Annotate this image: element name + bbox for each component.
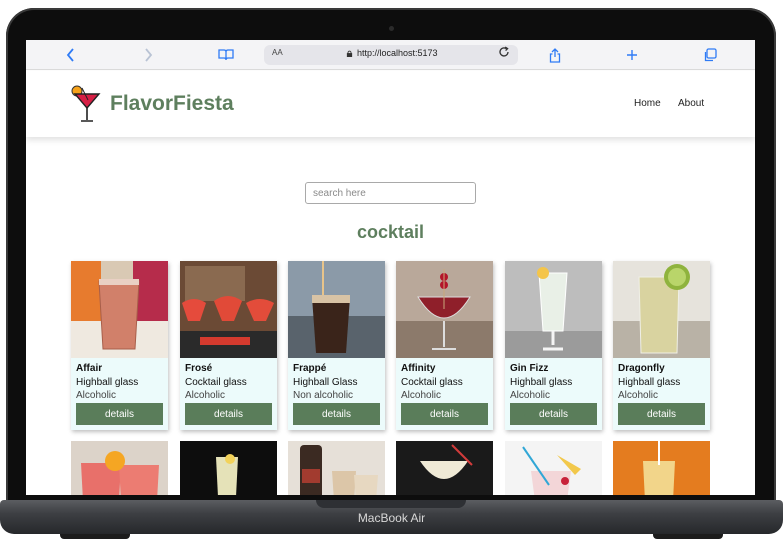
section-heading: cocktail bbox=[356, 222, 425, 242]
cocktail-logo-icon[interactable] bbox=[70, 84, 104, 124]
laptop-foot-right bbox=[653, 534, 723, 539]
cocktail-card: Dragonfly Highball glass Alcoholic detai… bbox=[613, 261, 710, 430]
cocktail-glass: Highball Glass bbox=[293, 377, 358, 388]
cocktail-name: Gin Fizz bbox=[510, 363, 549, 374]
forward-icon[interactable] bbox=[137, 46, 159, 64]
details-button[interactable]: details bbox=[293, 403, 380, 425]
cocktail-type: Alcoholic bbox=[618, 390, 659, 401]
cocktail-name: Dragonfly bbox=[618, 363, 665, 374]
cocktail-image-frose bbox=[180, 261, 277, 358]
cocktail-type: Alcoholic bbox=[185, 390, 226, 401]
cocktail-name: Affair bbox=[76, 363, 103, 374]
cocktail-image-affinity bbox=[396, 261, 493, 358]
cocktail-card-partial bbox=[288, 441, 385, 495]
brand-name[interactable]: FlavorFiesta bbox=[110, 92, 234, 116]
cocktail-type: Alcoholic bbox=[510, 390, 551, 401]
details-button[interactable]: details bbox=[76, 403, 163, 425]
details-button[interactable]: details bbox=[510, 403, 597, 425]
cocktail-name: Frosé bbox=[185, 363, 213, 374]
cocktail-card: Frosé Cocktail glass Alcoholic details bbox=[180, 261, 277, 430]
cocktail-card: Frappé Highball Glass Non alcoholic deta… bbox=[288, 261, 385, 430]
cocktail-image-gin-fizz bbox=[505, 261, 602, 358]
reader-book-icon[interactable] bbox=[215, 46, 237, 64]
cocktail-card: Gin Fizz Highball glass Alcoholic detail… bbox=[505, 261, 602, 430]
details-button[interactable]: details bbox=[401, 403, 488, 425]
cocktail-card: Affinity Cocktail glass Alcoholic detail… bbox=[396, 261, 493, 430]
laptop-model-label: MacBook Air bbox=[357, 511, 426, 525]
back-icon[interactable] bbox=[60, 46, 82, 64]
tabs-overview-icon[interactable] bbox=[699, 46, 721, 64]
nav-home-link[interactable]: Home bbox=[634, 98, 661, 109]
details-button[interactable]: details bbox=[618, 403, 705, 425]
cocktail-card: Affair Highball glass Alcoholic details bbox=[71, 261, 168, 430]
new-tab-plus-icon[interactable] bbox=[621, 46, 643, 64]
cocktail-image-affair bbox=[71, 261, 168, 358]
cocktail-image-dragonfly bbox=[613, 261, 710, 358]
cocktail-name: Affinity bbox=[401, 363, 436, 374]
cocktail-card-partial bbox=[613, 441, 710, 495]
cocktail-glass: Highball glass bbox=[510, 377, 573, 388]
nav-about-link[interactable]: About bbox=[678, 98, 704, 109]
cocktail-card-partial bbox=[505, 441, 602, 495]
cocktail-glass: Cocktail glass bbox=[401, 377, 463, 388]
screen: AA http://localhost:5173 FlavorFiesta Ho… bbox=[26, 40, 755, 495]
cocktail-type: Alcoholic bbox=[401, 390, 442, 401]
share-icon[interactable] bbox=[544, 46, 566, 64]
cocktail-type: Non alcoholic bbox=[293, 390, 354, 401]
cocktail-glass: Highball glass bbox=[76, 377, 139, 388]
url-text: http://localhost:5173 bbox=[357, 48, 438, 58]
browser-toolbar: AA http://localhost:5173 bbox=[26, 40, 755, 70]
cocktail-card-partial bbox=[180, 441, 277, 495]
cocktail-glass: Highball glass bbox=[618, 377, 681, 388]
app-navbar: FlavorFiesta Home About bbox=[26, 71, 755, 137]
webcam bbox=[389, 26, 394, 31]
cocktail-image-frappe bbox=[288, 261, 385, 358]
text-size-button[interactable]: AA bbox=[272, 48, 283, 57]
reload-icon[interactable] bbox=[498, 46, 510, 61]
cocktail-type: Alcoholic bbox=[76, 390, 117, 401]
cocktail-glass: Cocktail glass bbox=[185, 377, 247, 388]
address-bar[interactable]: AA http://localhost:5173 bbox=[264, 45, 518, 65]
cocktail-card-partial bbox=[71, 441, 168, 495]
lock-icon bbox=[346, 50, 353, 57]
cocktail-card-partial bbox=[396, 441, 493, 495]
search-input[interactable] bbox=[305, 182, 476, 204]
laptop-notch bbox=[316, 500, 466, 508]
details-button[interactable]: details bbox=[185, 403, 272, 425]
cocktail-name: Frappé bbox=[293, 363, 327, 374]
laptop-foot-left bbox=[60, 534, 130, 539]
